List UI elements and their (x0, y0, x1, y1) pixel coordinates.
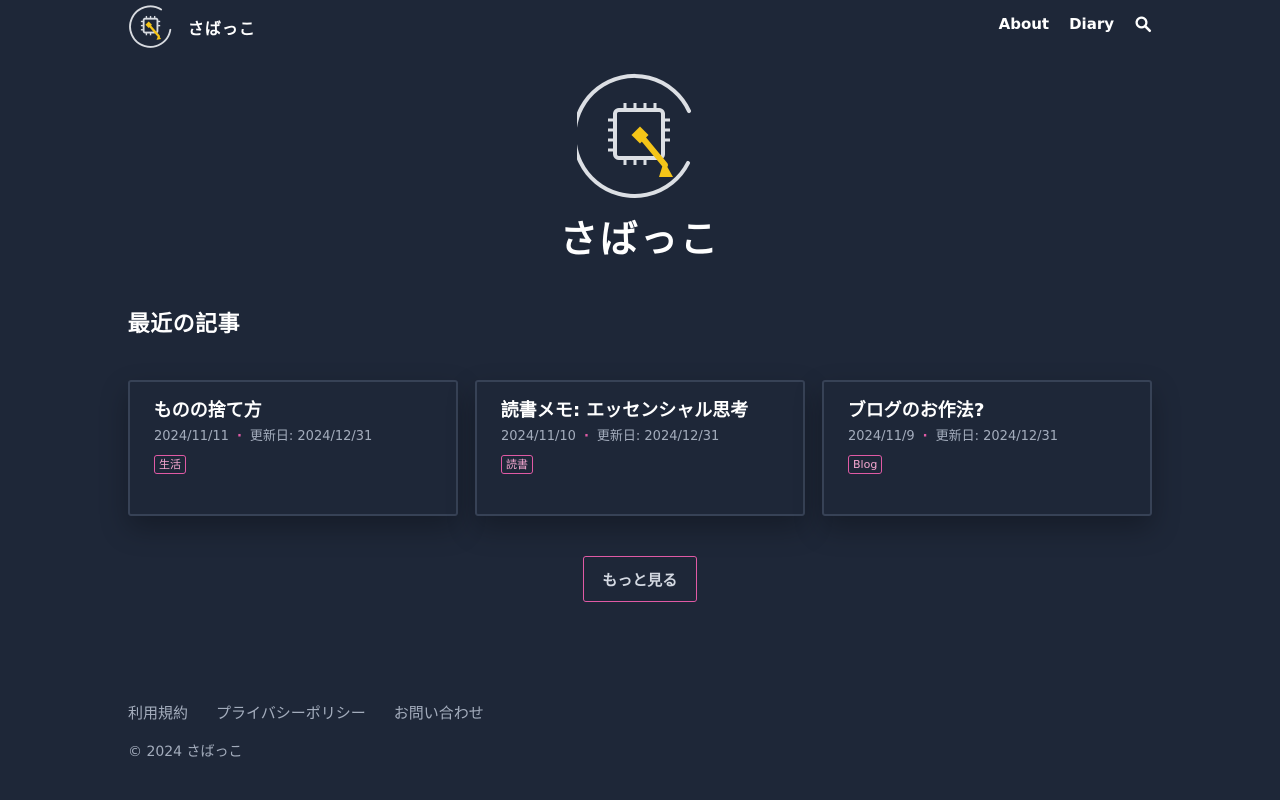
site-name: さばっこ (188, 19, 257, 38)
nav-diary-link[interactable]: Diary (1069, 15, 1114, 33)
footer-links: 利用規約 プライバシーポリシー お問い合わせ (128, 702, 484, 723)
hero-site-name: さばっこ (559, 217, 720, 261)
post-updated-date: 更新日: 2024/12/31 (935, 429, 1059, 444)
search-icon[interactable] (1134, 15, 1152, 33)
meta-separator: · (583, 429, 589, 444)
main-nav: About Diary (999, 15, 1152, 33)
brand-home-link[interactable]: さばっこ (128, 4, 256, 50)
post-date: 2024/11/10 (501, 429, 576, 444)
recent-posts-heading: 最近の記事 (128, 312, 241, 337)
footer-link-contact[interactable]: お問い合わせ (394, 702, 484, 723)
post-title[interactable]: ブログのお作法? (848, 398, 1126, 424)
site-header: さばっこ About Diary (128, 0, 1152, 54)
post-meta: 2024/11/11 · 更新日: 2024/12/31 (154, 428, 432, 446)
nav-about-link[interactable]: About (999, 15, 1050, 33)
meta-separator: · (922, 429, 928, 444)
post-meta: 2024/11/9 · 更新日: 2024/12/31 (848, 428, 1126, 446)
post-updated-date: 更新日: 2024/12/31 (596, 429, 720, 444)
post-card[interactable]: ものの捨て方 2024/11/11 · 更新日: 2024/12/31 生活 (128, 380, 458, 516)
meta-separator: · (236, 429, 242, 444)
footer-link-privacy[interactable]: プライバシーポリシー (216, 702, 366, 723)
post-meta: 2024/11/10 · 更新日: 2024/12/31 (501, 428, 779, 446)
post-tag[interactable]: 生活 (154, 455, 186, 474)
post-updated-date: 更新日: 2024/12/31 (249, 429, 373, 444)
hero-logo-icon (577, 73, 691, 198)
copyright-text: © 2024 さばっこ (128, 744, 243, 760)
post-card[interactable]: ブログのお作法? 2024/11/9 · 更新日: 2024/12/31 Blo… (822, 380, 1152, 516)
post-title[interactable]: 読書メモ: エッセンシャル思考 (501, 398, 779, 424)
post-tag[interactable]: 読書 (501, 455, 533, 474)
post-date: 2024/11/11 (154, 429, 229, 444)
site-logo-icon (129, 5, 172, 48)
footer-link-terms[interactable]: 利用規約 (128, 702, 188, 723)
recent-posts-list: ものの捨て方 2024/11/11 · 更新日: 2024/12/31 生活 読… (128, 380, 1152, 516)
post-tag[interactable]: Blog (848, 455, 883, 474)
post-card[interactable]: 読書メモ: エッセンシャル思考 2024/11/10 · 更新日: 2024/1… (475, 380, 805, 516)
post-title[interactable]: ものの捨て方 (154, 398, 432, 424)
see-more-button[interactable]: もっと見る (583, 556, 697, 602)
post-date: 2024/11/9 (848, 429, 915, 444)
